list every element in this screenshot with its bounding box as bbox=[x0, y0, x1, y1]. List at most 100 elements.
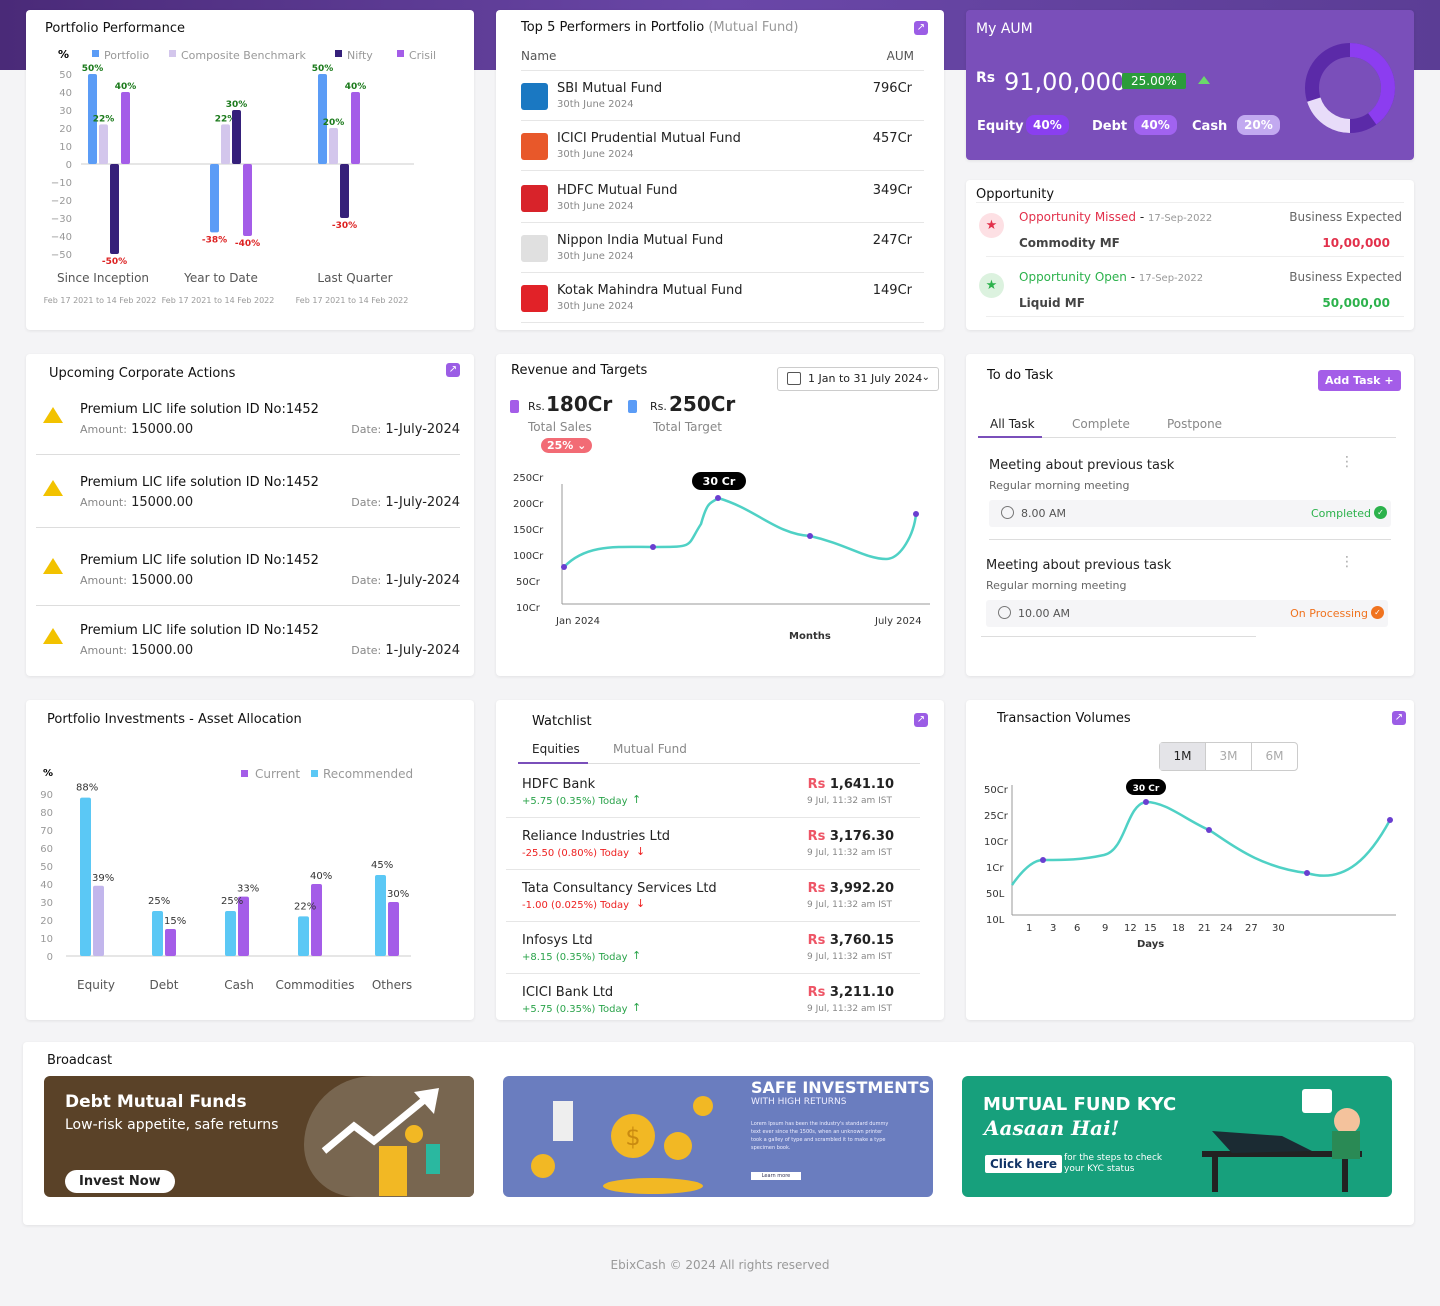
action-title: Premium LIC life solution ID No:1452 bbox=[80, 402, 319, 417]
debt-badge: 40% bbox=[1134, 115, 1177, 135]
svg-text:6: 6 bbox=[1074, 923, 1080, 934]
expand-icon[interactable]: ↗ bbox=[1392, 711, 1406, 725]
click-here-button[interactable]: Click here bbox=[985, 1155, 1063, 1173]
action-title: Premium LIC life solution ID No:1452 bbox=[80, 623, 319, 638]
legend-label: Current bbox=[255, 767, 300, 781]
svg-text:1: 1 bbox=[1026, 923, 1032, 934]
date-label: Date: bbox=[351, 574, 382, 587]
tab-mutual-fund[interactable]: Mutual Fund bbox=[613, 742, 687, 756]
svg-text:18: 18 bbox=[1172, 923, 1185, 934]
stock-time: 9 Jul, 11:32 am IST bbox=[807, 900, 892, 910]
date-value: 1-July-2024 bbox=[385, 643, 460, 658]
svg-text:21: 21 bbox=[1198, 923, 1211, 934]
card-title: Upcoming Corporate Actions bbox=[49, 366, 236, 381]
debt-label: Debt bbox=[1092, 119, 1128, 134]
date-label: Date: bbox=[351, 644, 382, 657]
banner-subtitle: Low-risk appetite, safe returns bbox=[65, 1117, 279, 1133]
opportunity-amount: 50,000,00 bbox=[1322, 296, 1390, 310]
transaction-volume-chart: 50Cr 25Cr 10Cr 1Cr 50L 10L 1 3 6 9 12 15 18 21 24 27 30… bbox=[984, 779, 1396, 950]
banner-title: SAFE INVESTMENTS bbox=[751, 1078, 931, 1097]
banner-subtitle: Aasaan Hai! bbox=[984, 1116, 1120, 1140]
warning-icon bbox=[43, 628, 63, 644]
fund-name: HDFC Mutual Fund bbox=[557, 183, 678, 198]
total-sales-label: Total Sales bbox=[528, 420, 592, 434]
more-options-icon[interactable]: ⋮ bbox=[1340, 455, 1354, 469]
range-6m[interactable]: 6M bbox=[1251, 743, 1297, 770]
bar bbox=[80, 797, 91, 956]
chart-tooltip: 30 Cr bbox=[1133, 784, 1160, 794]
tab-postpone[interactable]: Postpone bbox=[1167, 417, 1222, 431]
banner-title: MUTUAL FUND KYC bbox=[983, 1094, 1177, 1115]
task-title: Meeting about previous task bbox=[986, 558, 1172, 573]
y-tick: 0 bbox=[66, 160, 72, 171]
range-toggle: 1M 3M 6M bbox=[1159, 742, 1298, 771]
footer-text: EbixCash © 2024 All rights reserved bbox=[610, 1258, 830, 1272]
bar bbox=[243, 164, 252, 236]
safe-investments-banner[interactable]: $ SAFE INVESTMENTS WITH HIGH RETURNS Lor… bbox=[503, 1076, 933, 1197]
equity-badge: 40% bbox=[1026, 115, 1069, 135]
fund-logo-icon bbox=[521, 185, 548, 212]
date-value: 1-July-2024 bbox=[385, 422, 460, 437]
expand-icon[interactable]: ↗ bbox=[914, 713, 928, 727]
category-label: Commodities bbox=[275, 978, 354, 992]
fund-date: 30th June 2024 bbox=[557, 201, 634, 212]
date-range-picker[interactable]: 1 Jan to 31 July 2024 ⌄ bbox=[777, 367, 939, 391]
expand-icon[interactable]: ↗ bbox=[914, 21, 928, 35]
legend-label: Composite Benchmark bbox=[181, 49, 306, 62]
stock-time: 9 Jul, 11:32 am IST bbox=[807, 952, 892, 962]
bar bbox=[388, 902, 399, 956]
invest-now-button[interactable]: Invest Now bbox=[65, 1170, 175, 1193]
add-task-button[interactable]: Add Task + bbox=[1318, 370, 1401, 391]
stock-change: +5.75 (0.35%) Today bbox=[522, 796, 628, 807]
expand-icon[interactable]: ↗ bbox=[446, 363, 460, 377]
group-range: Feb 17 2021 to 14 Feb 2022 bbox=[296, 296, 409, 305]
amount-value: 15000.00 bbox=[131, 573, 194, 588]
bar bbox=[99, 124, 108, 164]
y-tick: 30 bbox=[59, 106, 72, 117]
total-sales-value: 180Cr bbox=[546, 392, 613, 416]
currency-label: Rs. bbox=[528, 400, 545, 413]
group-label: Last Quarter bbox=[317, 271, 392, 285]
opportunity-status: Opportunity Open bbox=[1019, 270, 1127, 284]
fund-name: Nippon India Mutual Fund bbox=[557, 233, 724, 248]
business-expected-label: Business Expected bbox=[1289, 270, 1402, 284]
date-label: Date: bbox=[351, 423, 382, 436]
bar bbox=[232, 110, 241, 164]
learn-more-button[interactable]: Learn more bbox=[751, 1172, 801, 1180]
debt-mf-banner[interactable]: Debt Mutual Funds Low-risk appetite, saf… bbox=[44, 1076, 474, 1197]
y-tick: 10 bbox=[59, 142, 72, 153]
down-arrow-icon: ↓ bbox=[636, 897, 646, 910]
opportunity-product: Liquid MF bbox=[1019, 296, 1085, 310]
stock-name: Infosys Ltd bbox=[522, 933, 593, 948]
range-1m[interactable]: 1M bbox=[1160, 743, 1205, 770]
equity-label: Equity bbox=[977, 119, 1024, 134]
y-tick: 30 bbox=[40, 898, 53, 909]
svg-text:12: 12 bbox=[1124, 923, 1137, 934]
more-options-icon[interactable]: ⋮ bbox=[1340, 555, 1354, 569]
kyc-banner[interactable]: MUTUAL FUND KYC Aasaan Hai! Click here f… bbox=[962, 1076, 1392, 1197]
bar-value-label: 40% bbox=[345, 82, 367, 92]
y-tick: −20 bbox=[51, 196, 72, 207]
task-time: 8.00 AM bbox=[1021, 507, 1067, 520]
card-title: Transaction Volumes bbox=[997, 711, 1131, 726]
tab-complete[interactable]: Complete bbox=[1072, 417, 1130, 431]
business-expected-label: Business Expected bbox=[1289, 210, 1402, 224]
up-arrow-icon: ↑ bbox=[632, 793, 642, 806]
calendar-icon bbox=[787, 372, 801, 385]
check-icon: ✓ bbox=[1371, 606, 1384, 619]
y-tick: 40 bbox=[40, 880, 53, 891]
col-name-header: Name bbox=[521, 49, 557, 63]
fund-aum: 796Cr bbox=[872, 81, 912, 96]
range-3m[interactable]: 3M bbox=[1205, 743, 1251, 770]
stock-price: 3,176.30 bbox=[829, 829, 894, 844]
bar-value-label: 40% bbox=[115, 82, 137, 92]
tab-all-task[interactable]: All Task bbox=[990, 417, 1035, 431]
plus-icon: + bbox=[1384, 374, 1394, 387]
date-value: 1-July-2024 bbox=[385, 573, 460, 588]
top-performers-card: Top 5 Performers in Portfolio (Mutual Fu… bbox=[496, 10, 944, 330]
fund-logo-icon bbox=[521, 133, 548, 160]
bar bbox=[110, 164, 119, 254]
tab-equities[interactable]: Equities bbox=[532, 742, 580, 756]
svg-text:27: 27 bbox=[1245, 923, 1258, 934]
aum-card: My AUM Rs 91,00,000 25.00% Equity 40% De… bbox=[966, 10, 1414, 160]
